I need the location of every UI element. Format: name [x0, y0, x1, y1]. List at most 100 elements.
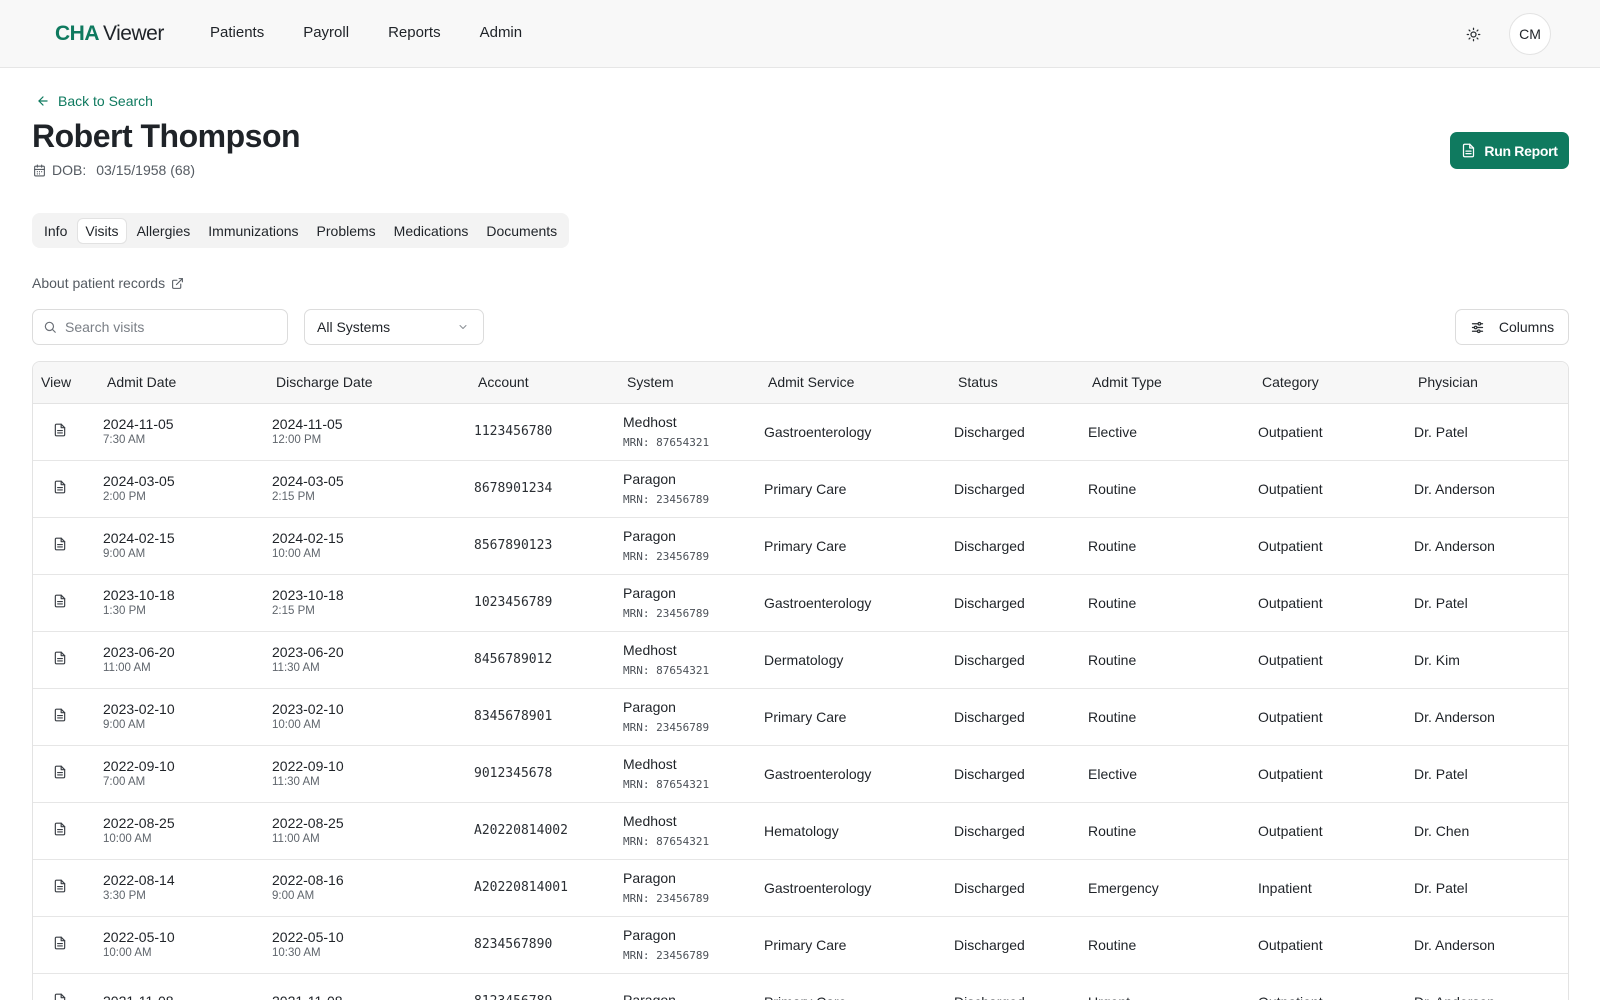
tab-documents[interactable]: Documents [478, 218, 565, 244]
physician-cell: Dr. Anderson [1414, 708, 1495, 725]
admit-time: 3:30 PM [103, 889, 146, 902]
view-visit-button[interactable] [53, 480, 69, 496]
theme-toggle-button[interactable] [1462, 23, 1484, 45]
category-cell: Outpatient [1258, 651, 1323, 668]
visits-table: View Admit Date Discharge Date Account S… [32, 361, 1569, 1000]
category-cell: Outpatient [1258, 537, 1323, 554]
view-visit-button[interactable] [53, 993, 69, 1000]
nav-item-patients[interactable]: Patients [210, 24, 264, 41]
run-report-button[interactable]: Run Report [1450, 132, 1569, 169]
document-icon [54, 879, 66, 893]
view-visit-button[interactable] [53, 423, 69, 439]
view-cell [33, 973, 103, 1000]
admit-time: 7:00 AM [103, 775, 146, 788]
discharge-time: 2:15 PM [272, 490, 315, 503]
document-icon [54, 594, 66, 608]
admit-time: 11:00 AM [103, 661, 151, 674]
category-cell: Outpatient [1258, 594, 1323, 611]
table-row[interactable]: 2021-11-082021-11-088123456789ParagonPri… [33, 973, 1568, 1000]
header-view[interactable]: View [33, 362, 103, 404]
header-admit-service[interactable]: Admit Service [764, 362, 954, 404]
system-cell: Paragon MRN: 23456789 [623, 517, 764, 574]
table-row[interactable]: 2024-02-15 9:00 AM 2024-02-15 10:00 AM 85678… [33, 517, 1568, 574]
admit-type-cell: Emergency [1088, 879, 1159, 896]
document-icon [54, 765, 66, 779]
view-visit-button[interactable] [53, 879, 69, 895]
search-visits-field[interactable] [32, 309, 288, 345]
table-row[interactable]: 2023-10-18 1:30 PM 2023-10-18 2:15 PM 102345… [33, 574, 1568, 631]
view-visit-button[interactable] [53, 594, 69, 610]
admit-date: 2022-09-10 [103, 757, 175, 774]
header-system[interactable]: System [623, 362, 764, 404]
header-admit-date[interactable]: Admit Date [103, 362, 272, 404]
view-visit-button[interactable] [53, 537, 69, 553]
physician-cell: Dr. Anderson [1414, 973, 1568, 1000]
table-row[interactable]: 2022-05-10 10:00 AM 2022-05-10 10:30 AM 8234… [33, 916, 1568, 973]
header-physician[interactable]: Physician [1414, 362, 1568, 404]
status-cell: Discharged [954, 973, 1088, 1000]
document-icon [54, 708, 66, 722]
tab-allergies[interactable]: Allergies [129, 218, 199, 244]
admit-type-cell: Routine [1088, 708, 1137, 725]
tab-problems[interactable]: Problems [309, 218, 384, 244]
tab-visits[interactable]: Visits [77, 217, 127, 244]
header-account[interactable]: Account [474, 362, 623, 404]
system-cell: Paragon MRN: 23456789 [623, 574, 764, 631]
physician-cell: Dr. Patel [1414, 879, 1468, 896]
table-row[interactable]: 2022-08-14 3:30 PM 2022-08-16 9:00 AM A20220… [33, 859, 1568, 916]
view-visit-button[interactable] [53, 708, 69, 724]
physician-cell: Dr. Kim [1414, 651, 1460, 668]
table-row[interactable]: 2024-03-05 2:00 PM 2024-03-05 2:15 PM 867890… [33, 460, 1568, 517]
admit-type-cell: Routine [1088, 651, 1137, 668]
nav-item-reports[interactable]: Reports [388, 24, 441, 41]
sun-icon [1466, 27, 1480, 41]
header-discharge-date[interactable]: Discharge Date [272, 362, 474, 404]
discharge-date-cell: 2024-03-05 2:15 PM [272, 460, 474, 517]
table-row[interactable]: 2023-02-10 9:00 AM 2023-02-10 10:00 AM 83456… [33, 688, 1568, 745]
discharge-time: 12:00 PM [272, 433, 322, 446]
user-avatar[interactable]: CM [1509, 13, 1551, 55]
system-select[interactable]: All Systems [304, 309, 484, 345]
header-admit-type[interactable]: Admit Type [1088, 362, 1258, 404]
nav-item-admin[interactable]: Admin [480, 24, 523, 41]
table-row[interactable]: 2024-11-05 7:30 AM 2024-11-05 12:00 PM 11234… [33, 403, 1568, 460]
columns-button[interactable]: Columns [1455, 309, 1569, 345]
status-cell: Discharged [954, 480, 1025, 497]
about-patient-records-link[interactable]: About patient records [32, 275, 184, 291]
back-to-search-link[interactable]: Back to Search [36, 93, 153, 109]
system-mrn: MRN: 87654321 [623, 834, 710, 848]
view-cell [33, 460, 103, 517]
admit-time: 7:30 AM [103, 433, 146, 446]
view-visit-button[interactable] [53, 822, 69, 838]
discharge-date: 2024-11-05 [272, 415, 343, 432]
admit-service-cell: Primary Care [764, 936, 847, 953]
view-visit-button[interactable] [53, 651, 69, 667]
header-status[interactable]: Status [954, 362, 1088, 404]
discharge-time: 11:00 AM [272, 832, 320, 845]
admit-service-cell: Gastroenterology [764, 879, 872, 896]
admit-type-cell: Routine [1088, 822, 1137, 839]
view-visit-button[interactable] [53, 765, 69, 781]
physician-cell: Dr. Patel [1414, 765, 1468, 782]
table-row[interactable]: 2022-09-10 7:00 AM 2022-09-10 11:30 AM 90123… [33, 745, 1568, 802]
view-cell [33, 574, 103, 631]
account-cell: 1123456780 [474, 424, 553, 439]
app-logo[interactable]: CHA Viewer [55, 20, 164, 48]
system-name: Medhost [623, 755, 677, 772]
tab-medications[interactable]: Medications [386, 218, 477, 244]
view-cell [33, 403, 103, 460]
header-category[interactable]: Category [1258, 362, 1414, 404]
admit-type-cell: Elective [1088, 765, 1138, 782]
table-row[interactable]: 2022-08-25 10:00 AM 2022-08-25 11:00 AM A202… [33, 802, 1568, 859]
table-row[interactable]: 2023-06-20 11:00 AM 2023-06-20 11:30 AM 8456… [33, 631, 1568, 688]
admit-date: 2024-11-05 [103, 415, 174, 432]
discharge-time: 10:00 AM [272, 718, 321, 731]
nav-item-payroll[interactable]: Payroll [303, 24, 349, 41]
tab-info[interactable]: Info [36, 218, 75, 244]
search-visits-input[interactable] [65, 319, 265, 335]
discharge-date-cell: 2023-02-10 10:00 AM [272, 688, 474, 745]
admit-service-cell: Hematology [764, 822, 839, 839]
physician-cell: Dr. Chen [1414, 822, 1470, 839]
tab-immunizations[interactable]: Immunizations [200, 218, 306, 244]
view-visit-button[interactable] [53, 936, 69, 952]
